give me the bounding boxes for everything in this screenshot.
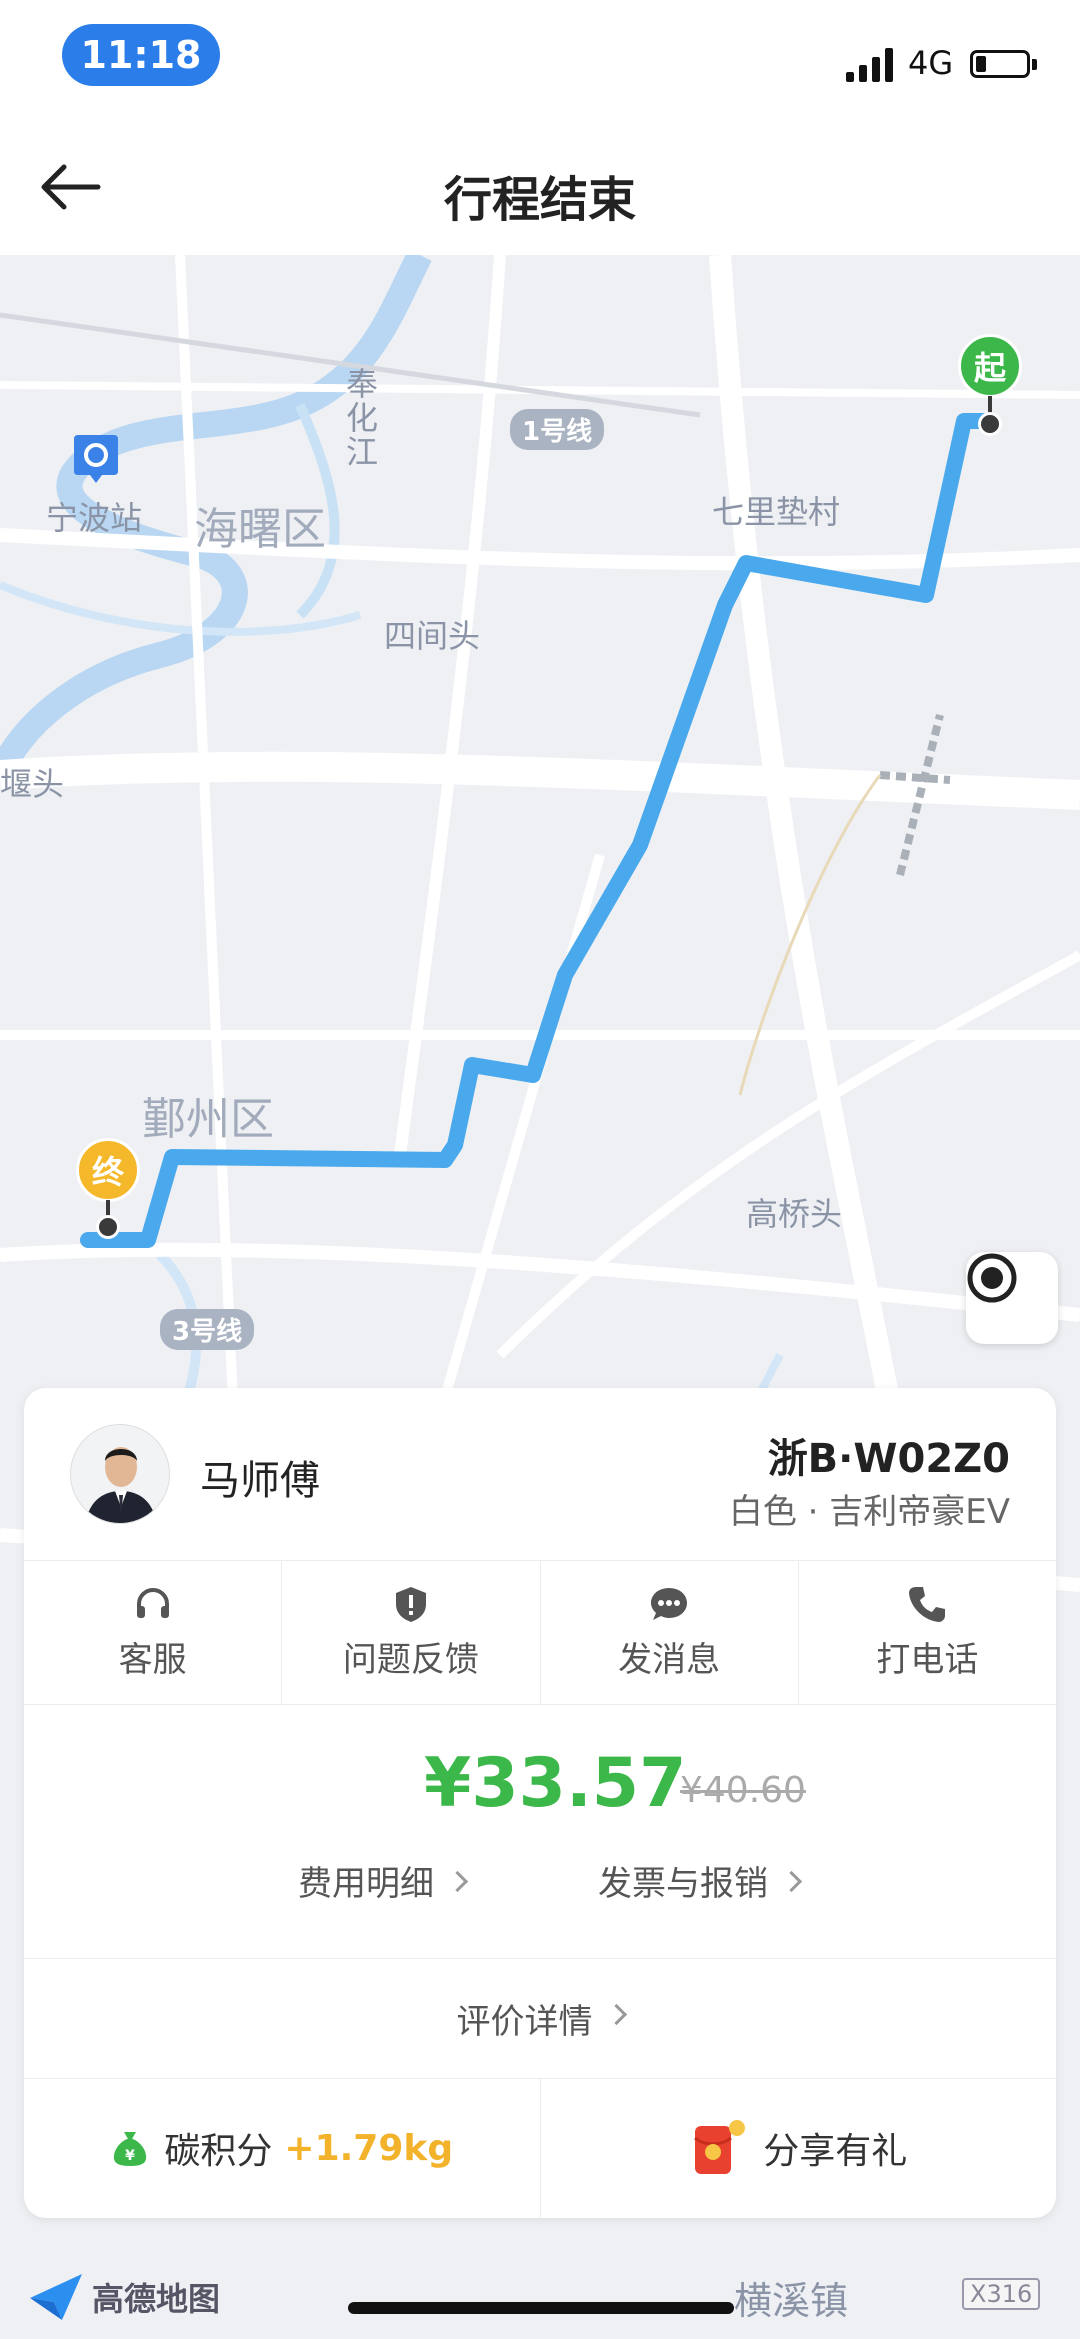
locate-icon bbox=[967, 1253, 1017, 1303]
map-brand-name: 高德地图 bbox=[92, 2280, 221, 2318]
customer-service-button[interactable]: 客服 bbox=[24, 1560, 283, 1704]
battery-icon bbox=[970, 50, 1030, 78]
nav-bar: 行程结束 bbox=[0, 120, 1080, 256]
road-badge: X316 bbox=[962, 2278, 1041, 2310]
chevron-right-icon bbox=[605, 2003, 627, 2025]
map-label-sijiantou: 四间头 bbox=[384, 617, 481, 655]
bottom-actions: ¥ 碳积分 +1.79kg 分享有礼 bbox=[24, 2078, 1056, 2218]
status-time: 11:18 bbox=[62, 24, 220, 86]
carbon-value: +1.79kg bbox=[284, 2127, 454, 2169]
map-label-ningbo-station: 宁波站 bbox=[46, 499, 143, 537]
map-label-haishu: 海曙区 bbox=[194, 504, 326, 555]
start-pin: 起 bbox=[958, 334, 1022, 398]
share-gift-button[interactable]: 分享有礼 bbox=[541, 2078, 1057, 2218]
battery-cap bbox=[1032, 59, 1037, 70]
status-bar: 11:18 4G bbox=[0, 0, 1080, 120]
carbon-points-button[interactable]: ¥ 碳积分 +1.79kg bbox=[24, 2078, 541, 2218]
end-pin: 终 bbox=[76, 1138, 140, 1202]
signal-icon bbox=[846, 48, 893, 82]
invoice-label: 发票与报销 bbox=[598, 1864, 768, 1904]
call-button[interactable]: 打电话 bbox=[799, 1560, 1056, 1704]
chevron-right-icon bbox=[780, 1870, 803, 1893]
map-label-yinzhou: 鄞州区 bbox=[142, 1094, 274, 1145]
invoice-link[interactable]: 发票与报销 bbox=[598, 1856, 803, 1905]
metro-line3-badge: 3号线 bbox=[160, 1309, 255, 1350]
action-label: 问题反馈 bbox=[342, 1639, 479, 1680]
map-label-yantou: 堰头 bbox=[0, 765, 65, 803]
review-details-link[interactable]: 评价详情 bbox=[24, 1958, 1056, 2079]
action-label: 打电话 bbox=[876, 1639, 979, 1680]
headset-icon bbox=[136, 1587, 169, 1618]
locate-button[interactable] bbox=[966, 1252, 1058, 1344]
map-label-fenghua-river: 奉化江 bbox=[346, 365, 379, 471]
money-bag-icon: ¥ bbox=[114, 2132, 147, 2166]
fare-section: ¥33.57 ¥40.60 费用明细 发票与报销 bbox=[24, 1704, 1056, 1959]
trip-summary-card: 马师傅 浙B·W02Z0 白色 · 吉利帝豪EV 客服 问题反馈 发消息 打电话… bbox=[24, 1388, 1056, 2218]
start-pin-dot bbox=[978, 412, 1002, 436]
phone-icon bbox=[909, 1586, 946, 1622]
license-plate: 浙B·W02Z0 bbox=[767, 1436, 1010, 1482]
driver-name: 马师傅 bbox=[200, 1458, 320, 1504]
message-button[interactable]: 发消息 bbox=[541, 1560, 799, 1704]
metro-line1-badge: 1号线 bbox=[510, 409, 605, 450]
svg-text:¥: ¥ bbox=[126, 2148, 136, 2164]
fare-detail-link[interactable]: 费用明细 bbox=[298, 1856, 469, 1905]
network-type: 4G bbox=[908, 44, 954, 82]
map-label-hengxi: 横溪镇 bbox=[734, 2279, 849, 2323]
review-label: 评价详情 bbox=[456, 2001, 593, 2042]
feedback-button[interactable]: 问题反馈 bbox=[282, 1560, 541, 1704]
amap-logo-icon bbox=[30, 2274, 82, 2320]
driver-photo bbox=[71, 1425, 169, 1523]
station-icon bbox=[74, 435, 118, 483]
action-label: 发消息 bbox=[618, 1639, 721, 1680]
fare-detail-label: 费用明细 bbox=[298, 1864, 434, 1904]
chevron-right-icon bbox=[446, 1870, 469, 1893]
fare-original-price: ¥40.60 bbox=[680, 1770, 806, 1811]
map-label-qili: 七里垫村 bbox=[712, 493, 841, 531]
chat-bubble-icon bbox=[651, 1587, 688, 1620]
page-title: 行程结束 bbox=[443, 172, 636, 228]
driver-avatar[interactable] bbox=[70, 1424, 170, 1524]
map-brand: 高德地图 bbox=[28, 2272, 220, 2322]
red-envelope-icon bbox=[694, 2120, 746, 2174]
home-indicator bbox=[348, 2302, 734, 2314]
share-label: 分享有礼 bbox=[763, 2131, 908, 2172]
end-pin-dot bbox=[96, 1215, 120, 1239]
action-bar: 客服 问题反馈 发消息 打电话 bbox=[24, 1560, 1056, 1705]
map-label-gaoqiaotou: 高桥头 bbox=[746, 1195, 843, 1233]
action-label: 客服 bbox=[118, 1639, 187, 1680]
shield-alert-icon bbox=[395, 1586, 426, 1622]
driver-section: 马师傅 浙B·W02Z0 白色 · 吉利帝豪EV bbox=[24, 1388, 1056, 1561]
fare-price: ¥33.57 bbox=[424, 1744, 687, 1823]
car-description: 白色 · 吉利帝豪EV bbox=[728, 1492, 1010, 1532]
carbon-label: 碳积分 bbox=[164, 2131, 273, 2172]
